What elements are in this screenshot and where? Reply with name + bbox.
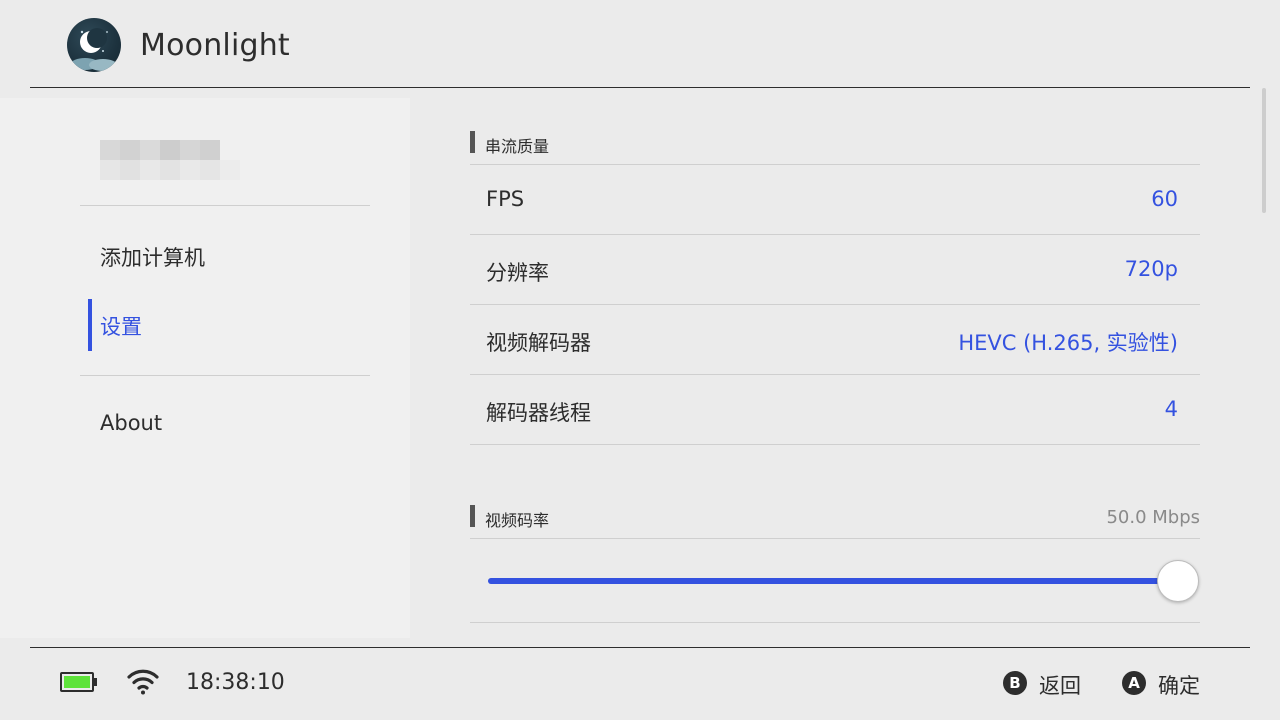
- active-indicator: [88, 299, 92, 351]
- setting-label: FPS: [486, 187, 525, 211]
- a-button-icon: A: [1122, 671, 1146, 695]
- sidebar-item-add-computer[interactable]: 添加计算机: [80, 230, 370, 280]
- bitrate-value: 50.0 Mbps: [1106, 507, 1200, 528]
- status-clock: 18:38:10: [186, 670, 285, 695]
- b-button-icon: B: [1003, 671, 1027, 695]
- battery-tip: [94, 678, 97, 686]
- slider-track[interactable]: [488, 578, 1178, 584]
- row-divider: [470, 538, 1200, 539]
- section-marker: [470, 131, 475, 153]
- sidebar-item-label: About: [100, 411, 163, 435]
- section-title: 视频码率: [485, 511, 550, 530]
- setting-label: 视频解码器: [486, 331, 591, 355]
- sidebar-divider: [80, 205, 370, 206]
- row-divider: [470, 622, 1200, 623]
- sidebar-divider: [80, 375, 370, 376]
- setting-value: HEVC (H.265, 实验性): [958, 331, 1178, 355]
- setting-row-decoder-threads[interactable]: 解码器线程 4: [470, 375, 1200, 445]
- setting-value: 4: [1164, 397, 1178, 421]
- moonlight-logo-icon: [67, 18, 121, 72]
- section-title: 串流质量: [485, 137, 550, 156]
- slider-thumb[interactable]: [1157, 560, 1199, 602]
- footer-divider: [30, 647, 1250, 648]
- setting-row-resolution[interactable]: 分辨率 720p: [470, 235, 1200, 305]
- slider-fill: [488, 578, 1178, 584]
- sidebar-item-settings[interactable]: 设置: [80, 299, 370, 351]
- row-divider: [470, 444, 1200, 445]
- bitrate-slider[interactable]: [470, 558, 1202, 604]
- app-title: Moonlight: [140, 28, 290, 63]
- battery-level: [64, 676, 90, 688]
- hint-label: 返回: [1039, 674, 1081, 698]
- section-stream-quality-header: 串流质量: [470, 130, 1200, 156]
- setting-value: 60: [1151, 187, 1178, 211]
- setting-row-fps[interactable]: FPS 60: [470, 165, 1200, 235]
- blurred-user-name: [100, 140, 240, 180]
- app-header: Moonlight: [0, 0, 1280, 88]
- sidebar-item-label: 添加计算机: [100, 246, 205, 270]
- sidebar: 添加计算机 设置 About: [0, 98, 410, 638]
- sidebar-item-label: 设置: [100, 315, 142, 339]
- sidebar-item-about[interactable]: About: [80, 399, 370, 449]
- setting-value: 720p: [1124, 257, 1178, 281]
- section-bitrate-header: 视频码率 50.0 Mbps: [470, 504, 1200, 530]
- setting-label: 分辨率: [486, 261, 549, 285]
- hint-label: 确定: [1158, 674, 1200, 698]
- header-divider: [30, 87, 1250, 88]
- setting-label: 解码器线程: [486, 401, 591, 425]
- section-marker: [470, 505, 475, 527]
- wifi-icon: [127, 668, 159, 696]
- setting-row-video-decoder[interactable]: 视频解码器 HEVC (H.265, 实验性): [470, 305, 1200, 375]
- battery-icon: [60, 672, 94, 692]
- scrollbar[interactable]: [1262, 88, 1266, 213]
